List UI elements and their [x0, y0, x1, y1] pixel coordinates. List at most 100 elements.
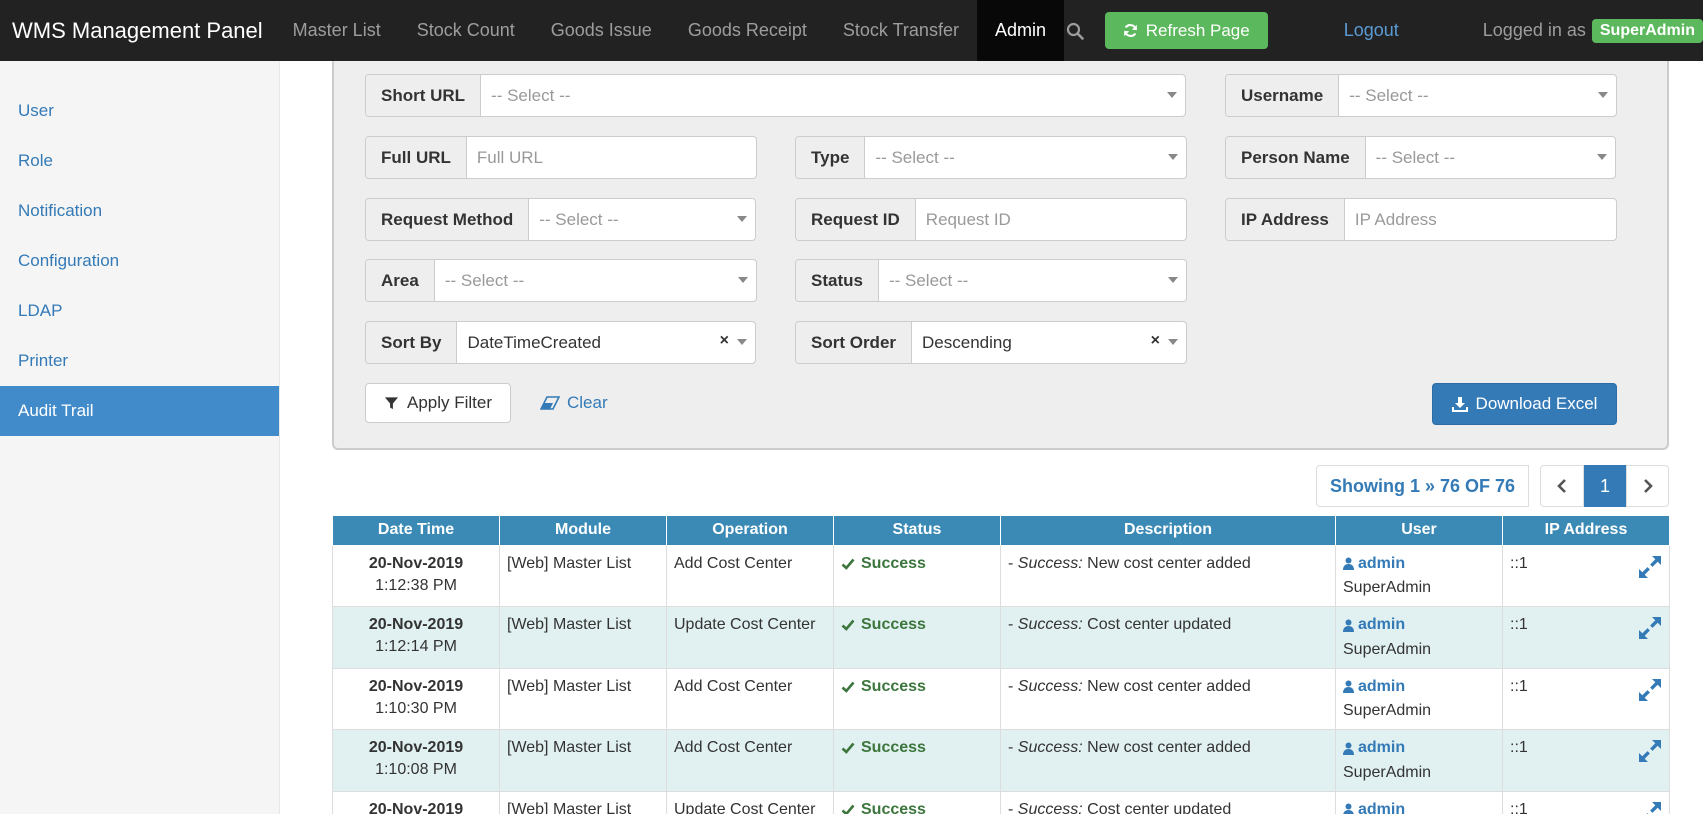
- download-excel-button[interactable]: Download Excel: [1432, 383, 1617, 425]
- brand-title[interactable]: WMS Management Panel: [0, 18, 275, 44]
- cell-status: Success: [833, 729, 1001, 792]
- sidebar-item-notification[interactable]: Notification: [0, 186, 279, 236]
- ip-text: ::1: [1510, 800, 1528, 814]
- username-select[interactable]: -- Select --: [1339, 75, 1616, 116]
- header-module[interactable]: Module: [499, 516, 667, 546]
- ip-address-input[interactable]: IP Address: [1345, 199, 1616, 240]
- time-text: 1:10:30 PM: [375, 699, 457, 717]
- date-text: 20-Nov-2019: [368, 677, 464, 695]
- username-value: -- Select --: [1349, 85, 1429, 105]
- cell-user: admin SuperAdmin: [1335, 667, 1503, 730]
- request-id-input[interactable]: Request ID: [916, 199, 1186, 240]
- table-row: 20-Nov-2019 1:10:30 PM [Web] Master List …: [332, 667, 1670, 730]
- cell-status: Success: [833, 606, 1001, 669]
- user-link[interactable]: admin: [1343, 553, 1405, 575]
- status-select[interactable]: -- Select --: [879, 260, 1186, 301]
- refresh-icon: [1123, 24, 1137, 37]
- user-link[interactable]: admin: [1343, 676, 1405, 698]
- logout-link[interactable]: Logout: [1344, 20, 1399, 41]
- short-url-select[interactable]: -- Select --: [481, 75, 1185, 116]
- sidebar: User Role Notification Configuration LDA…: [0, 61, 280, 814]
- user-name: admin: [1358, 616, 1406, 633]
- nav-goods-issue[interactable]: Goods Issue: [533, 0, 670, 61]
- full-url-input[interactable]: Full URL: [467, 137, 756, 178]
- desc-text: Cost center updated: [1082, 616, 1232, 633]
- expand-icon[interactable]: [1637, 615, 1663, 648]
- header-operation[interactable]: Operation: [666, 516, 834, 546]
- person-name-select[interactable]: -- Select --: [1366, 137, 1615, 178]
- sidebar-item-configuration[interactable]: Configuration: [0, 236, 279, 286]
- role-badge: SuperAdmin: [1591, 18, 1703, 43]
- nav-goods-receipt[interactable]: Goods Receipt: [670, 0, 825, 61]
- ip-text: ::1: [1510, 677, 1528, 695]
- ip-text: ::1: [1510, 554, 1528, 572]
- refresh-page-button[interactable]: Refresh Page: [1104, 12, 1268, 49]
- expand-icon[interactable]: [1637, 738, 1663, 771]
- header-status[interactable]: Status: [833, 516, 1001, 546]
- nav-admin[interactable]: Admin: [976, 0, 1064, 61]
- nav-master-list[interactable]: Master List: [275, 0, 399, 61]
- caret-down-icon: [1598, 92, 1608, 98]
- request-method-value: -- Select --: [539, 209, 619, 229]
- type-filter: Type -- Select --: [795, 136, 1187, 179]
- header-user[interactable]: User: [1335, 516, 1503, 546]
- sidebar-item-user[interactable]: User: [0, 86, 279, 136]
- time-text: 1:10:08 PM: [375, 761, 457, 778]
- search-icon[interactable]: [1064, 0, 1086, 61]
- request-id-label: Request ID: [796, 199, 916, 240]
- sidebar-item-role[interactable]: Role: [0, 136, 279, 186]
- check-icon: [841, 619, 855, 631]
- clear-selection-icon[interactable]: ×: [720, 332, 729, 350]
- next-page-button[interactable]: [1626, 465, 1669, 507]
- sidebar-item-audit-trail[interactable]: Audit Trail: [0, 386, 279, 436]
- nav-stock-count[interactable]: Stock Count: [399, 0, 533, 61]
- header-ip-address[interactable]: IP Address: [1502, 516, 1670, 546]
- type-select[interactable]: -- Select --: [865, 137, 1186, 178]
- prev-page-button[interactable]: [1540, 465, 1584, 507]
- header-description[interactable]: Description: [1000, 516, 1336, 546]
- cell-ip-address: ::1: [1502, 544, 1670, 607]
- expand-icon[interactable]: [1637, 554, 1663, 587]
- user-link[interactable]: admin: [1343, 799, 1405, 814]
- user-link[interactable]: admin: [1343, 614, 1405, 636]
- chevron-right-icon: [1643, 479, 1653, 493]
- user-icon: [1343, 557, 1354, 570]
- cell-description: - Success: Cost center updated: [1000, 606, 1336, 669]
- request-method-select[interactable]: -- Select --: [529, 199, 755, 240]
- date-text: 20-Nov-2019: [368, 800, 464, 814]
- expand-icon[interactable]: [1637, 800, 1663, 814]
- sort-order-select[interactable]: Descending ×: [912, 322, 1186, 363]
- cell-description: - Success: Cost center updated: [1000, 790, 1336, 814]
- desc-text: New cost center added: [1082, 739, 1251, 756]
- user-role: SuperAdmin: [1343, 702, 1432, 719]
- clear-filter-link[interactable]: Clear: [540, 383, 608, 423]
- expand-icon[interactable]: [1637, 677, 1663, 710]
- cell-date-time: 20-Nov-2019 1:12:38 PM: [332, 544, 500, 607]
- full-url-label: Full URL: [366, 137, 467, 178]
- desc-status: Success:: [1017, 739, 1083, 756]
- clear-selection-icon[interactable]: ×: [1151, 332, 1160, 350]
- desc-prefix: -: [1008, 677, 1018, 695]
- user-link[interactable]: admin: [1343, 737, 1405, 759]
- status-value: -- Select --: [888, 270, 969, 290]
- header-date-time[interactable]: Date Time: [332, 516, 500, 546]
- page-1-button[interactable]: 1: [1584, 465, 1626, 507]
- cell-ip-address: ::1: [1502, 790, 1670, 814]
- desc-prefix: -: [1008, 800, 1018, 814]
- user-name: admin: [1358, 739, 1406, 756]
- apply-filter-button[interactable]: Apply Filter: [365, 383, 511, 423]
- ip-address-filter: IP Address IP Address: [1225, 198, 1617, 241]
- person-name-filter: Person Name -- Select --: [1225, 136, 1616, 179]
- sort-by-label: Sort By: [366, 322, 458, 363]
- cell-module: [Web] Master List: [499, 790, 667, 814]
- sidebar-item-printer[interactable]: Printer: [0, 336, 279, 386]
- nav-stock-transfer[interactable]: Stock Transfer: [825, 0, 977, 61]
- sort-by-select[interactable]: DateTimeCreated ×: [457, 322, 755, 363]
- area-select[interactable]: -- Select --: [435, 260, 756, 301]
- cell-user: admin SuperAdmin: [1335, 729, 1503, 792]
- user-role: SuperAdmin: [1343, 763, 1432, 781]
- ip-text: ::1: [1510, 616, 1528, 633]
- caret-down-icon: [1168, 154, 1178, 160]
- cell-operation: Add Cost Center: [666, 729, 834, 792]
- sidebar-item-ldap[interactable]: LDAP: [0, 286, 279, 336]
